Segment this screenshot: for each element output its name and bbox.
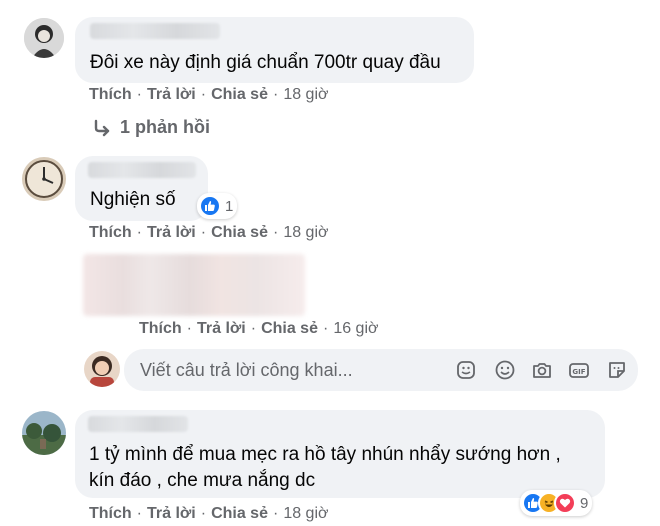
landscape-avatar-image <box>22 411 66 455</box>
timestamp[interactable]: 18 giờ <box>283 86 328 103</box>
comment-text-line-2: kín đáo , che mưa nắng dc <box>89 470 316 491</box>
separator: · <box>272 505 279 522</box>
share-action[interactable]: Chia sẻ <box>211 86 268 103</box>
separator: · <box>200 86 207 103</box>
separator: · <box>272 86 279 103</box>
commenter-name[interactable] <box>88 162 196 178</box>
like-action[interactable]: Thích <box>89 224 132 241</box>
separator: · <box>136 505 142 522</box>
share-action[interactable]: Chia sẻ <box>211 505 268 522</box>
reaction-summary[interactable]: 1 <box>197 193 238 219</box>
reaction-summary[interactable]: 9 <box>520 490 593 516</box>
reply-actions: Thích · Trả lời · Chia sẻ · 16 giờ <box>139 320 379 338</box>
comment-text: Đôi xe này định giá chuẩn 700tr quay đầu <box>90 52 441 73</box>
commenter-name[interactable] <box>88 416 188 432</box>
like-action[interactable]: Thích <box>139 320 182 337</box>
comment-text-line-1: 1 tỷ mình để mua mẹc ra hồ tây nhún nhẩy… <box>89 444 561 465</box>
svg-text:GIF: GIF <box>572 368 585 376</box>
gif-icon[interactable]: GIF <box>568 359 590 381</box>
current-user-avatar[interactable] <box>84 351 120 387</box>
love-reaction-icon <box>554 492 576 514</box>
separator: · <box>200 224 207 241</box>
comment-actions: Thích · Trả lời · Chia sẻ · 18 giờ <box>89 505 329 523</box>
reply-placeholder: Viết câu trả lời công khai... <box>140 360 353 380</box>
separator: · <box>250 320 257 337</box>
like-reaction-icon <box>199 195 221 217</box>
separator: · <box>136 86 142 103</box>
separator: · <box>136 224 142 241</box>
reply-action[interactable]: Trả lời <box>147 505 196 522</box>
timestamp[interactable]: 18 giờ <box>283 224 328 241</box>
reply-arrow-icon <box>94 119 110 136</box>
timestamp[interactable]: 16 giờ <box>333 320 378 337</box>
separator: · <box>272 224 279 241</box>
reply-action[interactable]: Trả lời <box>197 320 246 337</box>
reply-action[interactable]: Trả lời <box>147 224 196 241</box>
sticker-icon[interactable] <box>606 359 628 381</box>
comment-actions: Thích · Trả lời · Chia sẻ · 18 giờ <box>89 224 329 242</box>
clock-avatar-image <box>22 157 66 201</box>
user-avatar-image <box>84 351 120 387</box>
separator: · <box>322 320 329 337</box>
camera-icon[interactable] <box>531 359 553 381</box>
avatar[interactable] <box>24 18 64 58</box>
avatar-image <box>24 18 64 58</box>
comment-text: Nghiện số <box>90 189 176 210</box>
comment-actions: Thích · Trả lời · Chia sẻ · 18 giờ <box>89 86 329 104</box>
reaction-count: 1 <box>225 197 234 215</box>
share-action[interactable]: Chia sẻ <box>261 320 318 337</box>
avatar[interactable] <box>22 411 66 455</box>
reply-action[interactable]: Trả lời <box>147 86 196 103</box>
like-action[interactable]: Thích <box>89 505 132 522</box>
reaction-count: 9 <box>580 494 589 512</box>
commenter-name[interactable] <box>90 23 220 39</box>
timestamp[interactable]: 18 giờ <box>283 505 328 522</box>
blurred-reply-content <box>83 254 305 316</box>
view-replies-link[interactable]: 1 phản hồi <box>92 117 210 138</box>
avatar[interactable] <box>22 157 66 201</box>
separator: · <box>186 320 192 337</box>
emoji-icon[interactable] <box>494 359 516 381</box>
replies-count-label: 1 phản hồi <box>120 117 210 137</box>
separator: · <box>200 505 207 522</box>
like-action[interactable]: Thích <box>89 86 132 103</box>
sticker-face-icon[interactable] <box>455 359 477 381</box>
share-action[interactable]: Chia sẻ <box>211 224 268 241</box>
